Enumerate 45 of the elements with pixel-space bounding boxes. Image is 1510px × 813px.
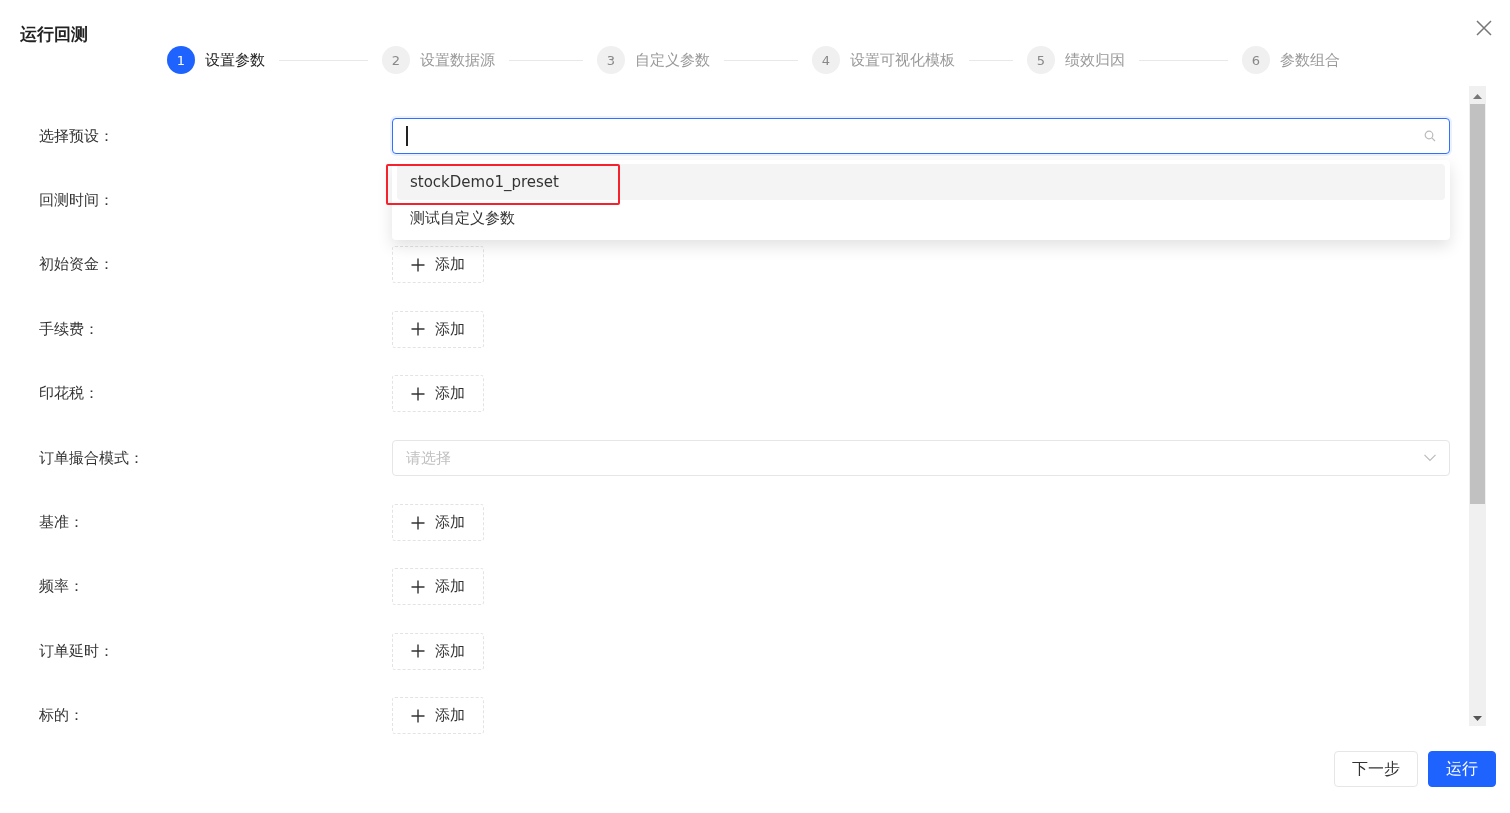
- field-label: 初始资金：: [38, 255, 115, 275]
- add-button[interactable]: 添加: [392, 504, 484, 542]
- add-button[interactable]: 添加: [392, 375, 484, 413]
- step-number[interactable]: 2: [382, 46, 410, 74]
- plus-icon: [411, 322, 425, 337]
- preset-search-field[interactable]: [392, 118, 1450, 155]
- step-number[interactable]: 3: [597, 46, 625, 74]
- step-number[interactable]: 1: [167, 46, 195, 74]
- step-label[interactable]: 设置参数: [205, 50, 265, 70]
- field-label: 手续费：: [38, 319, 100, 339]
- plus-icon: [411, 515, 425, 530]
- field-label: 基准：: [38, 513, 85, 533]
- add-button[interactable]: 添加: [392, 246, 484, 284]
- plus-icon: [411, 644, 425, 659]
- plus-icon: [411, 257, 425, 272]
- field-label: 订单撮合模式：: [38, 448, 145, 468]
- run-button[interactable]: 运行: [1428, 751, 1496, 787]
- step-label[interactable]: 自定义参数: [635, 50, 710, 70]
- step-number[interactable]: 6: [1242, 46, 1270, 74]
- plus-icon: [411, 708, 425, 723]
- scrollbar-drawing[interactable]: [1469, 86, 1486, 726]
- chevron-down-icon: [1424, 454, 1436, 463]
- step-number[interactable]: 4: [812, 46, 840, 74]
- next-button[interactable]: 下一步: [1334, 751, 1418, 787]
- step-label[interactable]: 参数组合: [1280, 50, 1340, 70]
- dialog-title: 运行回测: [20, 22, 88, 46]
- step-label[interactable]: 设置可视化模板: [850, 50, 955, 70]
- step-label[interactable]: 绩效归因: [1065, 50, 1125, 70]
- add-button[interactable]: 添加: [392, 632, 484, 670]
- field-label: 印花税：: [38, 384, 100, 404]
- add-button[interactable]: 添加: [392, 310, 484, 348]
- add-button[interactable]: 添加: [392, 568, 484, 606]
- close-icon[interactable]: [1476, 20, 1492, 36]
- dropdown-option[interactable]: 测试自定义参数: [397, 200, 1445, 237]
- plus-icon: [411, 386, 425, 401]
- field-label: 订单延时：: [38, 641, 115, 661]
- field-label: 选择预设：: [38, 126, 115, 146]
- step-number[interactable]: 5: [1027, 46, 1055, 74]
- add-button[interactable]: 添加: [392, 697, 484, 735]
- plus-icon: [411, 579, 425, 594]
- field-label: 回测时间：: [38, 191, 115, 211]
- step-label[interactable]: 设置数据源: [420, 50, 495, 70]
- field-label: 频率：: [38, 577, 85, 597]
- field-label: 标的：: [38, 706, 85, 726]
- search-icon: [1424, 130, 1436, 143]
